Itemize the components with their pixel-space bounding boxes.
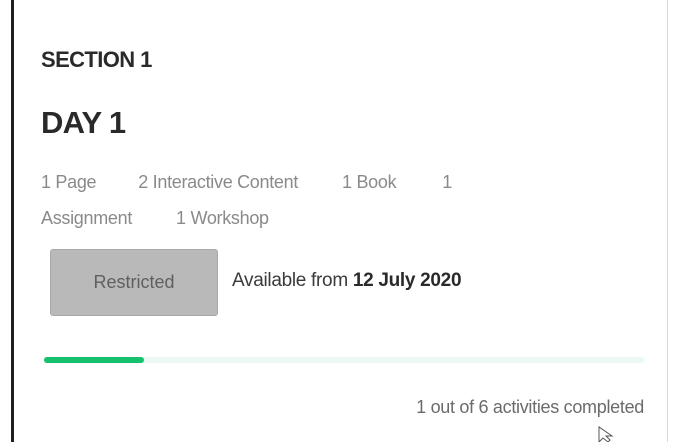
- restricted-button[interactable]: Restricted: [50, 249, 218, 316]
- activity-summary: 1 Page 2 Interactive Content 1 Book 1 Assig…: [41, 164, 601, 236]
- section-card: SECTION 1 DAY 1 1 Page 2 Interactive Cont…: [14, 0, 667, 442]
- progress-text: 1 out of 6 activities completed: [416, 397, 644, 417]
- activity-book-count: 1 Book: [342, 172, 397, 192]
- course-frame: SECTION 1 DAY 1 1 Page 2 Interactive Cont…: [0, 0, 677, 442]
- day-title[interactable]: DAY 1: [41, 105, 126, 141]
- section-label: SECTION 1: [41, 47, 152, 72]
- activity-page-count: 1 Page: [41, 172, 97, 192]
- progress-fill: [44, 357, 145, 363]
- progress-track: [44, 357, 645, 363]
- activity-interactive-count: 2 Interactive Content: [138, 172, 299, 192]
- activity-workshop-count: 1 Workshop: [176, 208, 269, 228]
- pointer-cursor-icon: [598, 426, 614, 442]
- availability-text: Available from 12 July 2020: [232, 270, 462, 292]
- activity-assignment-label: Assignment: [41, 208, 133, 228]
- availability-date: 12 July 2020: [352, 270, 462, 291]
- availability-prefix: Available from: [232, 270, 348, 291]
- activity-assignment-count: 1: [442, 172, 453, 192]
- right-border: [667, 0, 668, 442]
